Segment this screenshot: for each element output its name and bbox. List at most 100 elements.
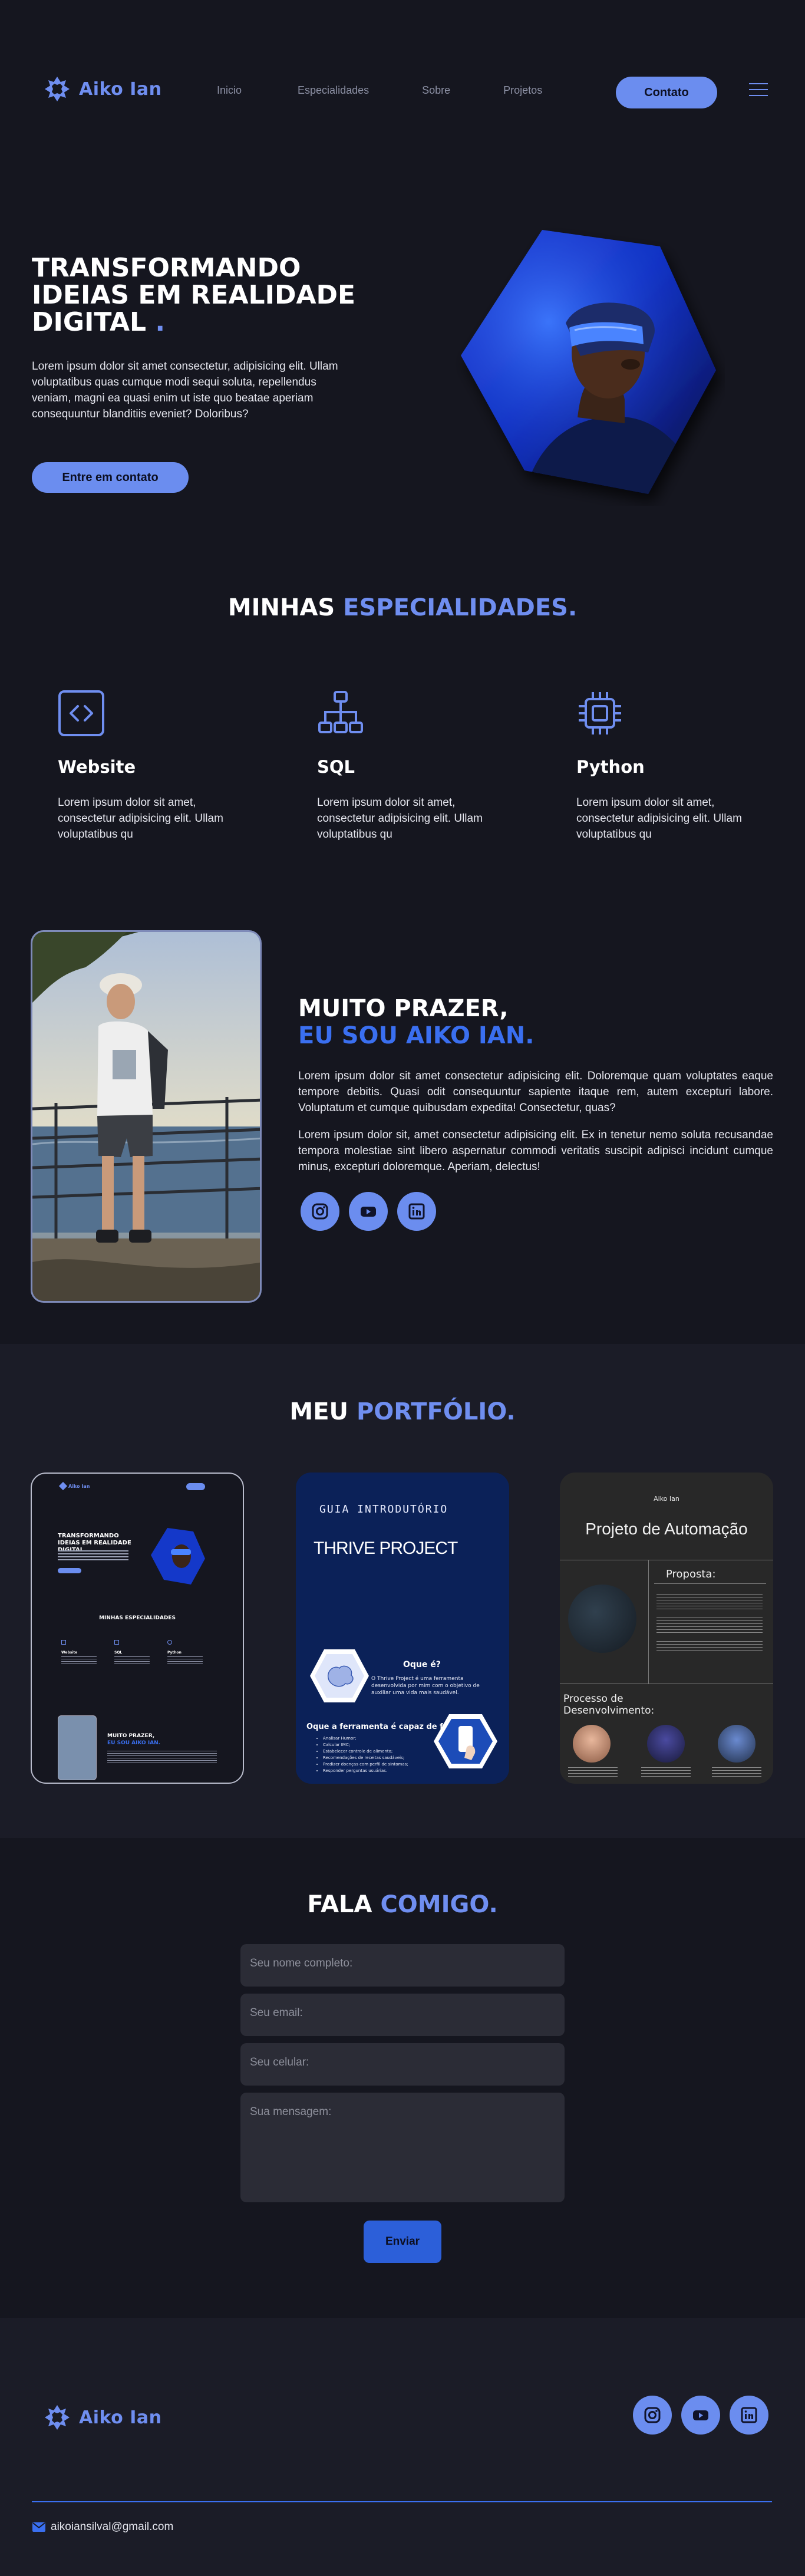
- about-paragraph-2: Lorem ipsum dolor sit, amet consectetur …: [298, 1129, 773, 1173]
- card1-spec-title: MINHAS ESPECIALIDADES: [99, 1615, 176, 1621]
- hamburger-menu-icon[interactable]: [749, 83, 768, 98]
- portfolio-title-part2: PORTFÓLIO.: [356, 1398, 516, 1425]
- about-title-line2: EU SOU AIKO IAN.: [298, 1022, 535, 1049]
- specialties-title: MINHAS ESPECIALIDADES.: [0, 594, 805, 621]
- card3-step-text-3: [712, 1767, 761, 1777]
- site-header: Aiko Ian Inicio Especialidades Sobre Pro…: [0, 0, 805, 136]
- card1-about-subtitle: EU SOU AIKO IAN.: [107, 1740, 161, 1746]
- brand-name: Aiko Ian: [79, 78, 162, 100]
- hero-title-dot: .: [155, 307, 166, 337]
- nav-item-projetos[interactable]: Projetos: [503, 84, 542, 97]
- nav-item-sobre[interactable]: Sobre: [422, 84, 450, 97]
- code-icon: [61, 1640, 66, 1645]
- card3-step-image-2: [647, 1725, 685, 1763]
- card2-kicker: GUIA INTRODUTÓRIO: [319, 1503, 448, 1516]
- code-icon: [58, 690, 104, 736]
- card3-proposal-text-3: [656, 1641, 763, 1653]
- hero-title-line3: DIGITAL: [32, 307, 147, 337]
- specialty-text: Lorem ipsum dolor sit amet, consectetur …: [317, 796, 483, 841]
- specialty-title: Python: [576, 757, 645, 777]
- footer-divider: [32, 2501, 772, 2502]
- card2-title: THRIVE PROJECT: [314, 1539, 458, 1558]
- card3-step-text-1: [568, 1767, 618, 1777]
- hero-contact-button[interactable]: Entre em contato: [32, 462, 189, 493]
- card2-feature: Estabelecer controle de alimento;: [323, 1748, 441, 1755]
- card1-spec-text-3: [167, 1656, 203, 1665]
- email-field[interactable]: Seu email:: [240, 1994, 565, 2036]
- specialty-text: Lorem ipsum dolor sit amet, consectetur …: [58, 796, 223, 841]
- card1-spec-python: Python: [167, 1651, 182, 1655]
- logo-icon: [45, 2405, 70, 2430]
- linkedin-icon: [408, 1203, 425, 1220]
- card3-proposal-title: Proposta:: [666, 1568, 716, 1580]
- card3-process-image: [568, 1585, 636, 1653]
- contact-button[interactable]: Contato: [616, 77, 717, 108]
- about-title-line1: MUITO PRAZER,: [298, 995, 509, 1022]
- portfolio-card-website[interactable]: Aiko Ian TRANSFORMANDO IDEIAS EM REALIDA…: [31, 1473, 244, 1784]
- hero-title: TRANSFORMANDO IDEIAS EM REALIDADE DIGITA…: [32, 255, 362, 336]
- card3-proposal-text-1: [656, 1594, 763, 1612]
- footer-email-text: aikoiansilval@gmail.com: [51, 2521, 174, 2533]
- chip-icon: [167, 1640, 172, 1645]
- card2-feature: Responder perguntas usuárias.: [323, 1768, 441, 1774]
- card3-process-title: Processo de Desenvolvimento:: [563, 1693, 655, 1717]
- nav-item-especialidades[interactable]: Especialidades: [298, 84, 369, 97]
- card1-about-title: MUITO PRAZER,: [107, 1733, 155, 1739]
- instagram-button[interactable]: [301, 1192, 339, 1231]
- card1-spec-text-1: [61, 1656, 97, 1665]
- send-button[interactable]: Enviar: [364, 2221, 441, 2263]
- card1-hero-button: [58, 1568, 81, 1573]
- footer-instagram-button[interactable]: [633, 2396, 672, 2435]
- portfolio-card-thrive[interactable]: GUIA INTRODUTÓRIO THRIVE PROJECT Oque é?…: [296, 1473, 509, 1784]
- footer-linkedin-button[interactable]: [730, 2396, 768, 2435]
- card3-step-text-2: [641, 1767, 691, 1777]
- mail-icon: [32, 2522, 45, 2532]
- card1-contact-pill: [186, 1483, 205, 1490]
- phone-hexagon-icon: [434, 1714, 497, 1768]
- portfolio-title-part1: MEU: [289, 1398, 349, 1425]
- card1-hero-text: [58, 1550, 128, 1562]
- hero-title-line1: TRANSFORMANDO: [32, 253, 301, 283]
- nav-item-inicio[interactable]: Inicio: [217, 84, 242, 97]
- message-field[interactable]: Sua mensagem:: [240, 2093, 565, 2202]
- linkedin-button[interactable]: [397, 1192, 436, 1231]
- site-footer: [0, 2318, 805, 2576]
- specialty-title: SQL: [317, 757, 355, 777]
- sitemap-icon: [114, 1640, 119, 1645]
- name-field[interactable]: Seu nome completo:: [240, 1944, 565, 1987]
- portfolio-title: MEU PORTFÓLIO.: [0, 1398, 805, 1425]
- specialty-card-sql: SQL Lorem ipsum dolor sit amet, consecte…: [317, 690, 506, 842]
- brand-logo[interactable]: Aiko Ian: [44, 75, 161, 103]
- footer-email[interactable]: aikoiansilval@gmail.com: [32, 2521, 173, 2534]
- card2-feature: Analisar Humor;: [323, 1735, 441, 1742]
- card1-spec-website: Website: [61, 1651, 78, 1655]
- card2-feature: Calcular IMC;: [323, 1742, 441, 1748]
- card1-about-photo: [58, 1715, 97, 1780]
- portfolio-card-automation[interactable]: Aiko Ian Projeto de Automação Proposta: …: [560, 1473, 773, 1784]
- hero-title-line2: IDEIAS EM REALIDADE: [32, 280, 356, 310]
- youtube-button[interactable]: [349, 1192, 388, 1231]
- phone-field[interactable]: Seu celular:: [240, 2043, 565, 2086]
- brain-hexagon-icon: [310, 1649, 369, 1702]
- footer-brand-logo[interactable]: Aiko Ian: [44, 2404, 161, 2431]
- main-nav: Inicio Especialidades Sobre Projetos: [217, 84, 595, 97]
- specialty-text: Lorem ipsum dolor sit amet, consectetur …: [576, 796, 742, 841]
- specialty-card-python: Python Lorem ipsum dolor sit amet, conse…: [576, 690, 765, 842]
- about-paragraph-1: Lorem ipsum dolor sit amet consectetur a…: [298, 1070, 773, 1114]
- about-social-links: [301, 1192, 436, 1231]
- card1-spec-sql: SQL: [114, 1651, 123, 1655]
- footer-youtube-button[interactable]: [681, 2396, 720, 2435]
- card2-feature: Predizer doenças com perfil de sintomas;: [323, 1761, 441, 1768]
- about-photo: [31, 930, 262, 1303]
- card2-feature-list: Analisar Humor; Calcular IMC; Estabelece…: [323, 1735, 441, 1774]
- card3-step-image-1: [573, 1725, 611, 1763]
- about-photo-illustration: [32, 932, 260, 1301]
- card2-question-1: Oque é?: [403, 1660, 441, 1669]
- sitemap-icon: [318, 691, 363, 733]
- card1-brand: Aiko Ian: [58, 1481, 90, 1491]
- specialty-card-website: Website Lorem ipsum dolor sit amet, cons…: [58, 690, 246, 842]
- youtube-icon: [693, 2410, 708, 2420]
- card3-title: Projeto de Automação: [585, 1520, 748, 1538]
- footer-social-links: [633, 2396, 768, 2435]
- chip-icon: [579, 692, 621, 734]
